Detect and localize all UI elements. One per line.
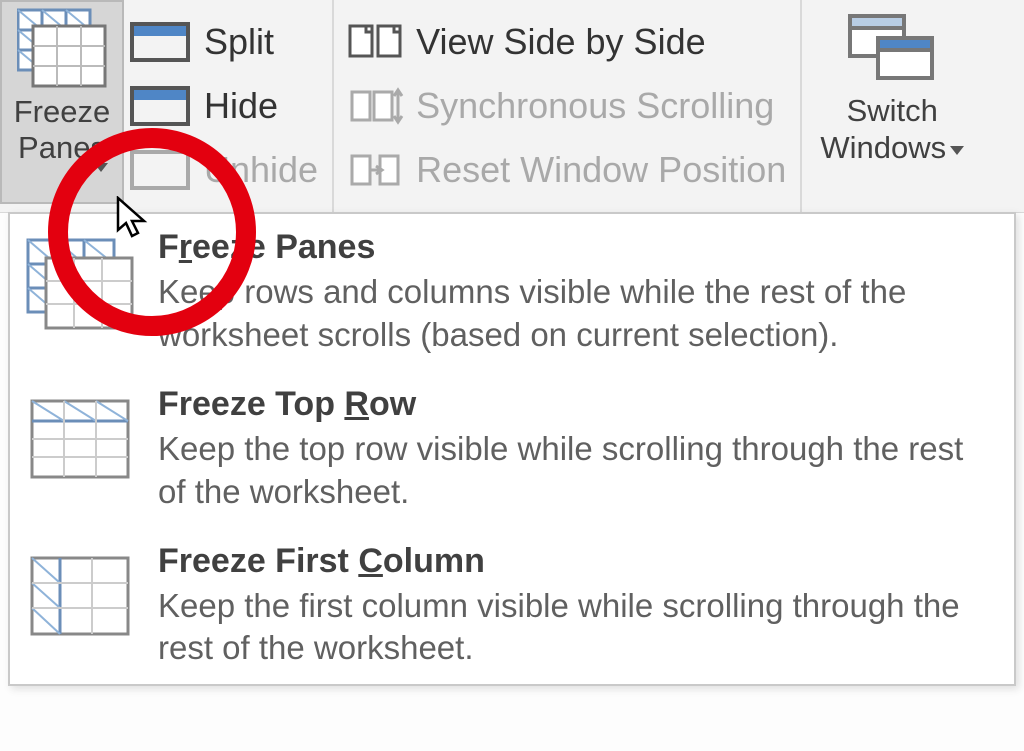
menu-desc-freeze-top-row: Keep the top row visible while scrolling… [158,428,996,514]
menu-title-freeze-first-column: Freeze First Column [158,542,996,581]
freeze-panes-label-2: Panes [18,130,106,165]
freeze-top-row-menu-icon [26,391,136,487]
menu-title-freeze-top-row: Freeze Top Row [158,385,996,424]
synchronous-scrolling-icon [348,82,404,130]
split-label: Split [204,21,274,63]
reset-window-position-label: Reset Window Position [416,149,786,191]
hide-label: Hide [204,85,278,127]
split-icon [130,22,190,62]
view-side-by-side-button[interactable]: View Side by Side [348,10,800,74]
menu-desc-freeze-panes: Keep rows and columns visible while the … [158,271,996,357]
freeze-panes-dropdown: Freeze Panes Keep rows and columns visib… [8,212,1016,686]
switch-windows-label-2: Windows [820,130,946,165]
freeze-panes-menu-icon [26,234,136,330]
menu-item-freeze-first-column[interactable]: Freeze First Column Keep the first colum… [10,528,1014,685]
freeze-panes-label-1: Freeze [14,94,110,129]
unhide-icon [130,150,190,190]
split-button[interactable]: Split [130,10,332,74]
view-side-by-side-icon [348,18,404,66]
menu-item-freeze-top-row[interactable]: Freeze Top Row Keep the top row visible … [10,371,1014,528]
menu-desc-freeze-first-column: Keep the first column visible while scro… [158,585,996,671]
chevron-down-icon [950,146,964,155]
reset-window-position-icon [348,146,404,194]
synchronous-scrolling-button: Synchronous Scrolling [348,74,800,138]
menu-item-freeze-panes[interactable]: Freeze Panes Keep rows and columns visib… [10,214,1014,371]
switch-windows-button[interactable]: Switch Windows [802,0,982,206]
menu-title-freeze-panes: Freeze Panes [158,228,996,267]
reset-window-position-button: Reset Window Position [348,138,800,202]
hide-icon [130,86,190,126]
freeze-panes-icon [17,6,107,92]
unhide-label: Unhide [204,149,318,191]
unhide-button[interactable]: Unhide [130,138,332,202]
switch-windows-icon [844,10,940,86]
ribbon: Freeze Panes Split Hide Unhide [0,0,1024,213]
freeze-first-column-menu-icon [26,548,136,644]
freeze-panes-button[interactable]: Freeze Panes [0,0,124,204]
view-side-by-side-label: View Side by Side [416,21,706,63]
hide-button[interactable]: Hide [130,74,332,138]
synchronous-scrolling-label: Synchronous Scrolling [416,85,774,127]
chevron-down-icon [94,163,108,172]
switch-windows-label-1: Switch [847,93,938,128]
